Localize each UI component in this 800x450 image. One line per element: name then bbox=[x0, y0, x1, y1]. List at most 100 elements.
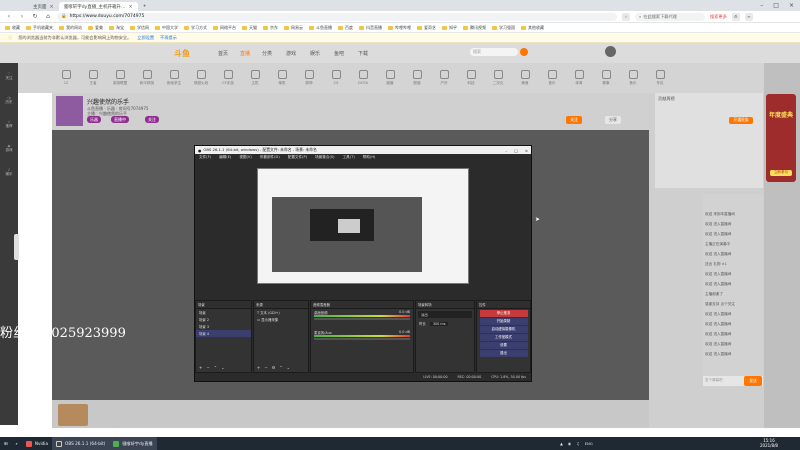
scene-item[interactable]: 场景 2 bbox=[196, 316, 251, 323]
category-item[interactable]: 美食 bbox=[512, 70, 538, 86]
promo-button[interactable]: 立即参与 bbox=[770, 170, 792, 176]
bookmark-item[interactable]: 淘宝 bbox=[109, 25, 124, 31]
forward-icon[interactable]: › bbox=[18, 13, 26, 20]
start-button[interactable]: ⊞ bbox=[0, 437, 12, 450]
maximize-icon[interactable]: □ bbox=[773, 2, 779, 9]
category-item[interactable]: CS bbox=[323, 70, 349, 85]
source-item[interactable]: T 文本 (GDI+) bbox=[254, 309, 308, 316]
obs-preview[interactable] bbox=[257, 168, 469, 284]
category-item[interactable]: 原神 bbox=[296, 70, 322, 86]
browser-search-button[interactable]: 搜索更多 bbox=[710, 14, 727, 20]
category-item[interactable]: 科技 bbox=[458, 70, 484, 86]
category-item[interactable]: 王者 bbox=[80, 70, 106, 86]
url-input[interactable]: 🔒 https://www.douyu.com/7074975 bbox=[57, 12, 617, 21]
down-icon[interactable]: ⌄ bbox=[287, 365, 290, 370]
tag-pill[interactable]: 乐器 bbox=[87, 116, 101, 123]
category-item[interactable]: CF手游 bbox=[215, 70, 241, 86]
bookmark-item[interactable]: 学信网 bbox=[130, 25, 149, 31]
language-indicator[interactable]: ENG bbox=[585, 441, 593, 446]
bookmark-item[interactable]: 中国大学 bbox=[155, 25, 178, 31]
tag-pill[interactable]: 关注 bbox=[145, 116, 159, 123]
sidebar-item-ent[interactable]: ♪ 娱乐 bbox=[0, 168, 18, 177]
close-tab-icon[interactable]: × bbox=[128, 4, 132, 10]
category-item[interactable]: 12 bbox=[53, 70, 79, 85]
bookmark-item[interactable]: 学习方式 bbox=[184, 25, 207, 31]
bookmark-item[interactable]: 网易云 bbox=[284, 25, 303, 31]
menu-icon[interactable]: ≡ bbox=[744, 12, 753, 21]
bookmark-item[interactable]: 知乎 bbox=[442, 25, 457, 31]
menu-view[interactable]: 视图(V) bbox=[239, 155, 251, 160]
back-icon[interactable]: ‹ bbox=[5, 13, 13, 20]
maximize-icon[interactable]: □ bbox=[514, 148, 518, 153]
bookmark-item[interactable]: 爱奇艺 bbox=[417, 25, 436, 31]
bookmark-item[interactable]: 收藏 bbox=[5, 25, 20, 31]
add-icon[interactable]: + bbox=[199, 365, 202, 370]
scene-item[interactable]: 场景 bbox=[196, 309, 251, 316]
bookmark-item[interactable]: 哔哩哔哩 bbox=[388, 25, 411, 31]
category-item[interactable]: 穿越火线 bbox=[188, 70, 214, 86]
category-item[interactable]: 颜值 bbox=[404, 70, 430, 86]
category-item[interactable]: 户外 bbox=[431, 70, 457, 86]
category-item[interactable]: 英雄联盟 bbox=[107, 70, 133, 86]
menu-file[interactable]: 文件(F) bbox=[199, 155, 211, 160]
category-item[interactable]: 体育 bbox=[566, 70, 592, 86]
bookmark-item[interactable]: 腾讯视频 bbox=[463, 25, 486, 31]
category-item[interactable]: 车队 bbox=[647, 70, 673, 86]
transition-select[interactable]: 淡出 bbox=[418, 311, 472, 318]
scene-item[interactable]: 场景 3 bbox=[196, 323, 251, 330]
nav-download[interactable]: 下载 bbox=[358, 50, 368, 57]
duration-field[interactable]: 时长 300 ms bbox=[416, 320, 474, 327]
bookmark-item[interactable]: 天猫 bbox=[242, 25, 257, 31]
scene-item[interactable]: 场景 4 bbox=[196, 330, 251, 337]
menu-edit[interactable]: 编辑(E) bbox=[219, 155, 231, 160]
bookmark-item[interactable]: 抖音直播 bbox=[359, 25, 382, 31]
category-item[interactable]: 魔兽 bbox=[377, 70, 403, 86]
share-button[interactable]: 分享 bbox=[605, 116, 621, 124]
notice-dismiss-link[interactable]: 不再提示 bbox=[160, 35, 177, 41]
taskbar-item[interactable]: Nvidia bbox=[22, 437, 52, 450]
category-item[interactable]: DOTA bbox=[350, 70, 376, 85]
volume-slider[interactable] bbox=[314, 338, 410, 340]
tray-icon[interactable]: ▲ bbox=[560, 441, 563, 446]
tab-douyu[interactable]: 骚嗲轩宇dy直播_主机开箱升… × bbox=[58, 2, 138, 11]
category-item[interactable]: 赛事 bbox=[593, 70, 619, 86]
category-item[interactable]: 主机 bbox=[242, 70, 268, 86]
stop-streaming-button[interactable]: 停止推流 bbox=[479, 310, 528, 317]
nav-ent[interactable]: 娱乐 bbox=[310, 50, 320, 57]
category-item[interactable]: 音乐 bbox=[539, 70, 565, 86]
exit-button[interactable]: 退出 bbox=[479, 350, 528, 357]
category-item[interactable]: 绝地求生 bbox=[161, 70, 187, 86]
send-button[interactable]: 发送 bbox=[744, 376, 762, 386]
home-icon[interactable]: ⌂ bbox=[44, 13, 52, 20]
menu-help[interactable]: 帮助(H) bbox=[363, 155, 376, 160]
sidebar-item-game[interactable]: ◈ 游戏 bbox=[0, 144, 18, 153]
search-button[interactable]: ⌕ bbox=[12, 437, 22, 450]
menu-profile[interactable]: 配置文件(P) bbox=[288, 155, 307, 160]
bookmark-item[interactable]: 其他收藏 bbox=[521, 25, 544, 31]
volume-icon[interactable]: ♫ bbox=[576, 441, 579, 446]
settings-button[interactable]: 设置 bbox=[479, 342, 528, 349]
up-icon[interactable]: ⌃ bbox=[279, 365, 282, 370]
notice-set-default-link[interactable]: 立即设置 bbox=[137, 35, 154, 41]
follow-button[interactable]: 关注 bbox=[566, 116, 582, 124]
search-icon[interactable] bbox=[520, 48, 528, 56]
bookmark-item[interactable]: 我的网站 bbox=[59, 25, 82, 31]
extension-icon[interactable]: ⚙ bbox=[731, 12, 740, 21]
menu-scene-collection[interactable]: 场景集合(S) bbox=[315, 155, 334, 160]
clock[interactable]: 15:16 2021/8/8 bbox=[760, 438, 778, 448]
close-tab-icon[interactable]: × bbox=[50, 4, 54, 10]
bookmark-item[interactable]: 京东 bbox=[263, 25, 278, 31]
settings-icon[interactable]: ⚙ bbox=[272, 365, 276, 370]
nav-game[interactable]: 游戏 bbox=[286, 50, 296, 57]
bookmark-item[interactable]: 爱美 bbox=[88, 25, 103, 31]
streamer-avatar[interactable] bbox=[56, 96, 83, 126]
volume-slider[interactable] bbox=[314, 318, 410, 320]
remove-icon[interactable]: − bbox=[206, 365, 209, 370]
studio-mode-button[interactable]: 工作室模式 bbox=[479, 334, 528, 341]
nav-home[interactable]: 首页 bbox=[218, 50, 228, 57]
menu-tools[interactable]: 工具(T) bbox=[343, 155, 355, 160]
sidebar-item-history[interactable]: ◷ 历史 bbox=[0, 96, 18, 105]
start-recording-button[interactable]: 开始录制 bbox=[479, 318, 528, 325]
douyu-search-input[interactable]: 搜索 bbox=[470, 48, 518, 56]
remove-icon[interactable]: − bbox=[264, 365, 267, 370]
